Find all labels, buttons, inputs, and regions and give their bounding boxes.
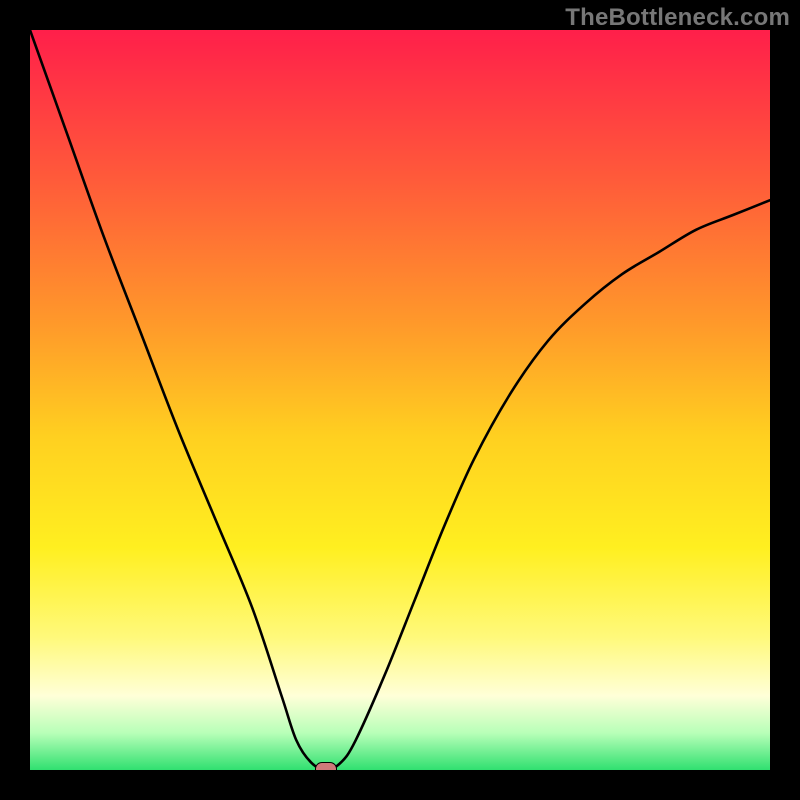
watermark-text: TheBottleneck.com — [565, 4, 790, 32]
chart-frame: TheBottleneck.com — [0, 0, 800, 800]
bottleneck-curve — [30, 30, 770, 770]
plot-area — [30, 30, 770, 770]
optimal-point-marker — [315, 762, 337, 770]
